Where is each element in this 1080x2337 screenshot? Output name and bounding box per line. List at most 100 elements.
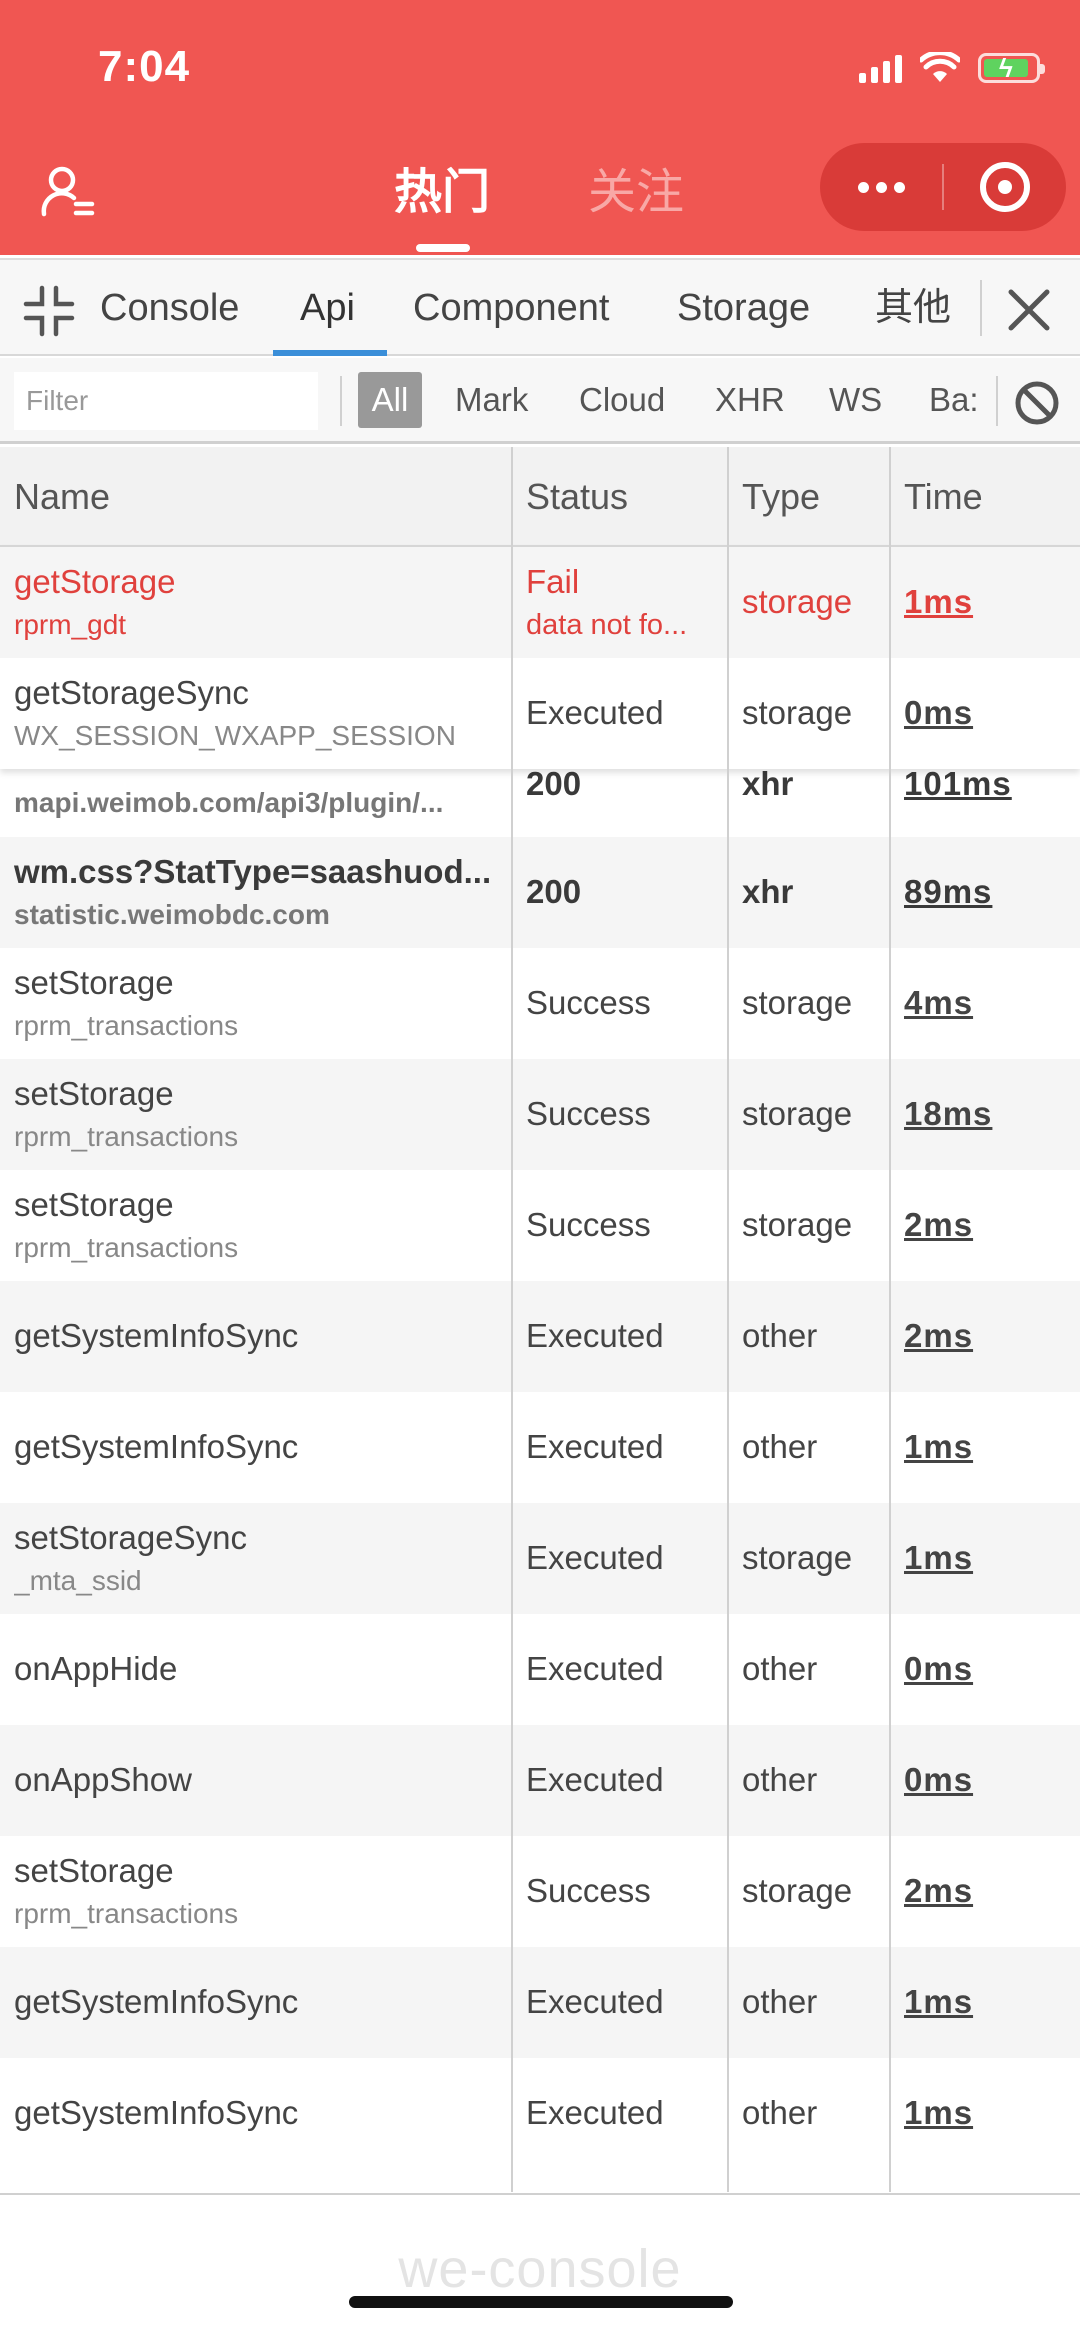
table-row[interactable]: wm.css?StatType=saashuod... statistic.we… (0, 837, 1080, 948)
battery-icon: ϟ (978, 53, 1045, 83)
table-row[interactable]: getSystemInfoSync Executed other 2ms (0, 1281, 1080, 1392)
row-status: Success (526, 984, 651, 1021)
table-row[interactable]: setStorage rprm_transactions Success sto… (0, 948, 1080, 1059)
row-status: Success (526, 1095, 651, 1132)
row-name: getSystemInfoSync (14, 1428, 299, 1465)
filter-chip-all[interactable]: All (358, 372, 422, 428)
column-time[interactable]: Time (904, 447, 983, 547)
row-type: storage (742, 1539, 853, 1576)
row-sub: rprm_transactions (14, 1898, 239, 1929)
collapse-icon[interactable] (22, 284, 76, 338)
row-status: Executed (526, 1983, 664, 2020)
row-status: Executed (526, 1650, 664, 1687)
row-status: Executed (526, 1428, 664, 1465)
row-name: setStorage (14, 1186, 174, 1223)
row-status: Executed (526, 1761, 664, 1798)
row-time-link[interactable]: 2ms (904, 1317, 973, 1355)
row-time-link[interactable]: 0ms (904, 1650, 973, 1688)
column-divider (511, 447, 513, 2192)
row-time-link[interactable]: 2ms (904, 1206, 973, 1244)
table-row[interactable]: onAppShow Executed other 0ms (0, 1725, 1080, 1836)
table-row[interactable]: setStorage rprm_transactions Success sto… (0, 1059, 1080, 1170)
filter-chip-mark[interactable]: Mark (455, 372, 528, 428)
row-status: Executed (526, 694, 664, 731)
row-status: Executed (526, 2094, 664, 2131)
close-icon[interactable] (1005, 286, 1053, 334)
row-type: storage (742, 694, 853, 731)
home-indicator[interactable] (349, 2296, 733, 2308)
column-divider (889, 447, 891, 2192)
miniprogram-capsule (820, 143, 1066, 231)
row-time-link[interactable]: 1ms (904, 583, 973, 621)
row-time-link[interactable]: 101ms (904, 765, 1012, 803)
tab-component[interactable]: Component (413, 260, 609, 356)
tab-hot[interactable]: 热门 (394, 160, 490, 226)
row-time-link[interactable]: 0ms (904, 694, 973, 732)
row-type: xhr (742, 873, 794, 910)
row-time-link[interactable]: 4ms (904, 984, 973, 1022)
status-time: 7:04 (98, 42, 191, 91)
table-row[interactable]: getSystemInfoSync Executed other 1ms (0, 2058, 1080, 2169)
row-name: setStorage (14, 1852, 174, 1889)
row-type: storage (742, 1872, 853, 1909)
row-name: wm.css?StatType=saashuod... (14, 853, 492, 890)
tab-storage[interactable]: Storage (677, 260, 810, 356)
row-time-link[interactable]: 18ms (904, 1095, 992, 1133)
row-sub: WX_SESSION_WXAPP_SESSION (14, 720, 456, 751)
row-time-link[interactable]: 2ms (904, 1872, 973, 1910)
row-name: getSystemInfoSync (14, 1317, 299, 1354)
row-type: storage (742, 1095, 853, 1132)
filter-chip-base[interactable]: Ba: (929, 372, 979, 428)
table-row[interactable]: setStorage rprm_transactions Success sto… (0, 1170, 1080, 1281)
column-status[interactable]: Status (526, 447, 628, 547)
row-type: other (742, 1650, 818, 1687)
row-time-link[interactable]: 1ms (904, 1983, 973, 2021)
status-icons: ϟ (859, 48, 1045, 88)
more-options-icon[interactable] (820, 143, 942, 231)
column-name[interactable]: Name (14, 447, 110, 547)
row-time-link[interactable]: 0ms (904, 1761, 973, 1799)
active-console-tab-indicator (273, 350, 387, 356)
row-status: Success (526, 1206, 651, 1243)
filter-chip-cloud[interactable]: Cloud (579, 372, 665, 428)
column-type[interactable]: Type (742, 447, 820, 547)
filter-chip-ws[interactable]: WS (829, 372, 882, 428)
app-header: 7:04 ϟ 热门 关注 (0, 0, 1080, 255)
console-tab-bar: Console Api Component Storage 其他 (0, 258, 1080, 356)
row-time-link[interactable]: 1ms (904, 1539, 973, 1577)
row-time-link[interactable]: 1ms (904, 1428, 973, 1466)
target-icon (980, 162, 1030, 212)
tab-api[interactable]: Api (300, 260, 355, 356)
row-name: setStorage (14, 1075, 174, 1112)
cellular-signal-icon (859, 53, 902, 83)
row-name: getStorageSync (14, 674, 249, 711)
table-row[interactable]: getSystemInfoSync Executed other 1ms (0, 1947, 1080, 2058)
brand-watermark: we-console (398, 2239, 682, 2299)
table-header: Name Status Type Time (0, 447, 1080, 547)
active-tab-indicator (416, 244, 470, 252)
tab-console[interactable]: Console (100, 260, 239, 356)
row-status: Executed (526, 1539, 664, 1576)
table-row[interactable]: getSystemInfoSync Executed other 1ms (0, 1392, 1080, 1503)
row-type: xhr (742, 765, 794, 802)
table-row[interactable]: mapi.weimob.com/api3/plugin/... 200 xhr … (0, 765, 1080, 837)
table-row[interactable]: getStorageSync WX_SESSION_WXAPP_SESSION … (0, 658, 1080, 769)
table-row[interactable]: onAppHide Executed other 0ms (0, 1614, 1080, 1725)
tab-following[interactable]: 关注 (588, 160, 684, 226)
api-table: Name Status Type Time getStorage rprm_gd… (0, 447, 1080, 2169)
clear-block-icon[interactable] (1014, 380, 1060, 426)
table-row[interactable]: setStorageSync _mta_ssid Executed storag… (0, 1503, 1080, 1614)
tab-other[interactable]: 其他 (875, 260, 951, 356)
table-row[interactable]: getStorage rprm_gdt Fail data not fo... … (0, 547, 1080, 658)
filter-chip-xhr[interactable]: XHR (715, 372, 785, 428)
table-row[interactable]: setStorage rprm_transactions Success sto… (0, 1836, 1080, 1947)
row-sub: _mta_ssid (14, 1565, 142, 1596)
row-sub: rprm_transactions (14, 1121, 239, 1152)
row-type: other (742, 1317, 818, 1354)
row-type: storage (742, 984, 853, 1021)
row-time-link[interactable]: 89ms (904, 873, 992, 911)
row-time-link[interactable]: 1ms (904, 2094, 973, 2132)
row-status: 200 (526, 873, 582, 910)
filter-input[interactable] (14, 372, 318, 430)
close-miniprogram-button[interactable] (944, 143, 1066, 231)
